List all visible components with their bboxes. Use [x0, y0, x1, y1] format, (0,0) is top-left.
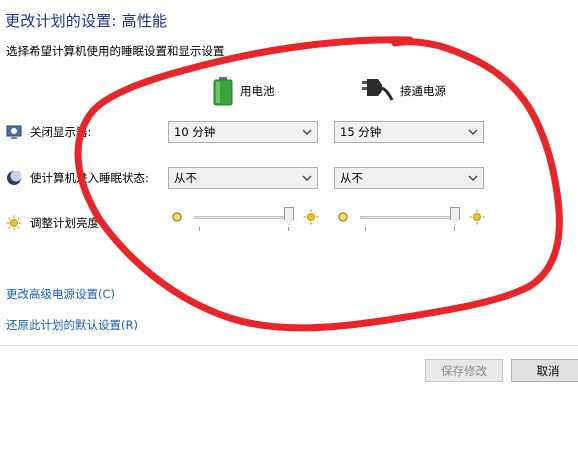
chevron-down-icon: [302, 129, 312, 135]
display-off-plugged-select[interactable]: 15 分钟: [334, 121, 484, 143]
slider-tick: [365, 227, 366, 231]
display-off-label: 关闭显示器:: [30, 125, 92, 139]
sun-brightness-icon: [6, 215, 22, 231]
slider-tick: [454, 227, 455, 231]
cancel-button[interactable]: 取消: [511, 359, 578, 382]
plugged-column-label: 接通电源: [400, 84, 446, 98]
slider-track: [194, 216, 294, 219]
chevron-down-icon: [468, 175, 478, 181]
advanced-power-settings-link[interactable]: 更改高级电源设置(C): [6, 286, 115, 302]
brightness-row: 调整计划亮度:: [6, 213, 103, 233]
sleep-row: 使计算机进入睡眠状态:: [6, 168, 149, 188]
page-title: 更改计划的设置: 高性能: [5, 12, 168, 30]
slider-thumb[interactable]: [284, 207, 294, 225]
monitor-clock-icon: [6, 125, 22, 139]
sleep-label: 使计算机进入睡眠状态:: [30, 171, 149, 185]
brightness-battery-slider[interactable]: [170, 207, 320, 231]
footer-divider: [0, 345, 578, 346]
battery-icon: [213, 77, 233, 106]
display-off-row: 关闭显示器:: [6, 122, 91, 142]
display-off-battery-value: 10 分钟: [174, 125, 216, 139]
display-off-battery-select[interactable]: 10 分钟: [168, 121, 318, 143]
chevron-down-icon: [468, 129, 478, 135]
sleep-plugged-select[interactable]: 从不: [334, 167, 484, 189]
display-off-plugged-value: 15 分钟: [340, 125, 382, 139]
slider-thumb[interactable]: [450, 207, 460, 225]
save-changes-button[interactable]: 保存修改: [425, 359, 503, 382]
power-plug-icon: [362, 79, 394, 101]
battery-column-label: 用电池: [240, 84, 275, 98]
column-header-battery: 用电池: [212, 76, 275, 106]
sun-dim-icon: [172, 212, 182, 222]
column-header-plugged: 接通电源: [360, 76, 446, 106]
page-subtitle: 选择希望计算机使用的睡眠设置和显示设置: [6, 44, 225, 58]
sleep-battery-select[interactable]: 从不: [168, 167, 318, 189]
sun-bright-icon: [469, 209, 485, 225]
sun-bright-icon: [303, 209, 319, 225]
slider-tick: [288, 227, 289, 231]
sleep-battery-value: 从不: [174, 171, 197, 185]
slider-tick: [199, 227, 200, 231]
slider-track: [360, 216, 460, 219]
brightness-label: 调整计划亮度:: [30, 216, 103, 230]
restore-defaults-link[interactable]: 还原此计划的默认设置(R): [6, 317, 138, 333]
sun-dim-icon: [338, 212, 348, 222]
chevron-down-icon: [302, 175, 312, 181]
brightness-plugged-slider[interactable]: [336, 207, 486, 231]
moon-sleep-icon: [7, 170, 22, 185]
sleep-plugged-value: 从不: [340, 171, 363, 185]
